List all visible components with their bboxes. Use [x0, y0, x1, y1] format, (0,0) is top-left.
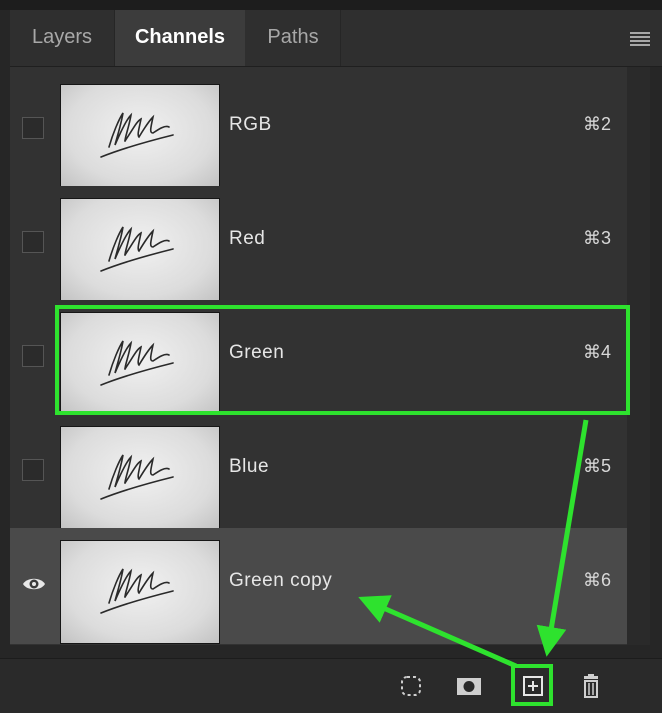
visibility-toggle[interactable] [22, 231, 44, 253]
signature-stroke [108, 226, 133, 262]
tab-channels[interactable]: Channels [115, 10, 245, 66]
hamburger-menu-icon[interactable] [630, 32, 650, 46]
eye-icon[interactable] [22, 572, 46, 596]
signature-stroke [108, 340, 133, 376]
channel-name: Green copy [229, 570, 333, 591]
channel-row-rgb[interactable]: RGB ⌘2 [10, 72, 627, 188]
new-channel-icon[interactable] [518, 671, 548, 701]
channel-thumbnail [60, 426, 220, 530]
channel-shortcut: ⌘5 [582, 456, 611, 476]
trash-icon[interactable] [576, 671, 606, 701]
tab-layers[interactable]: Layers [10, 10, 115, 66]
signature-stroke [108, 454, 133, 490]
visibility-toggle[interactable] [22, 345, 44, 367]
channel-row-blue[interactable]: Blue ⌘5 [10, 414, 627, 530]
channel-thumbnail [60, 540, 220, 644]
panel-footer [0, 658, 662, 713]
channel-shortcut: ⌘6 [582, 570, 611, 590]
channels-panel: Layers Channels Paths RGB ⌘2 Red ⌘3 Gree… [0, 0, 662, 713]
channel-thumbnail [60, 312, 220, 416]
signature-stroke [108, 112, 133, 148]
channel-row-green-copy[interactable]: Green copy ⌘6 [10, 528, 627, 644]
channel-shortcut: ⌘4 [582, 342, 611, 362]
channel-name: Green [229, 342, 285, 363]
channel-row-red[interactable]: Red ⌘3 [10, 186, 627, 302]
channel-name: Blue [229, 456, 270, 477]
channel-shortcut: ⌘3 [582, 228, 611, 248]
panel-top-strip [0, 0, 662, 10]
signature-stroke [108, 568, 133, 604]
visibility-toggle[interactable] [22, 459, 44, 481]
tab-paths[interactable]: Paths [246, 10, 341, 66]
visibility-toggle[interactable] [22, 117, 44, 139]
channel-thumbnail [60, 84, 220, 188]
channel-name: RGB [229, 114, 272, 135]
tab-bar: Layers Channels Paths [10, 10, 662, 67]
channel-shortcut: ⌘2 [582, 114, 611, 134]
scrollbar[interactable] [627, 67, 650, 645]
save-selection-mask-icon[interactable] [454, 671, 484, 701]
channel-name: Red [229, 228, 266, 249]
load-selection-icon[interactable] [396, 671, 426, 701]
channel-row-green[interactable]: Green ⌘4 [10, 300, 627, 416]
channel-thumbnail [60, 198, 220, 302]
